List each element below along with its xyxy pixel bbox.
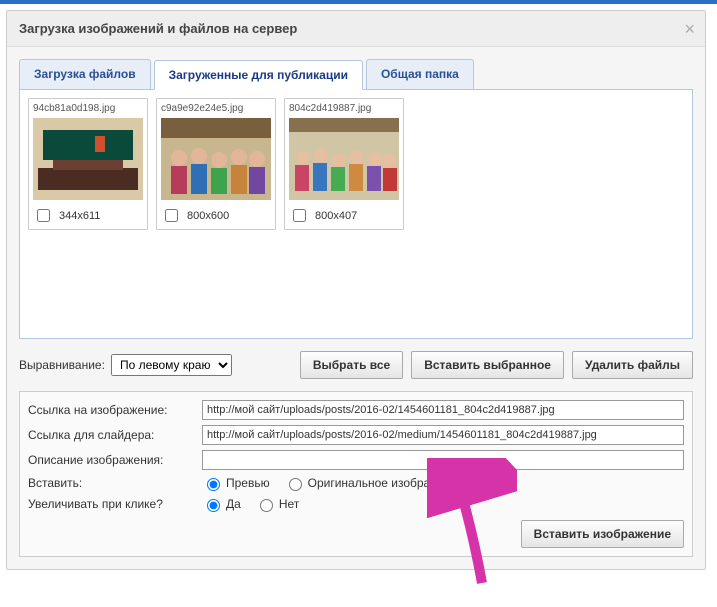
upload-dialog: Загрузка изображений и файлов на сервер … bbox=[6, 10, 706, 570]
insert-mode-label: Вставить: bbox=[28, 476, 198, 490]
thumbnail-footer: 800x407 bbox=[289, 206, 399, 225]
radio-yes[interactable] bbox=[207, 499, 220, 512]
tab-upload-files[interactable]: Загрузка файлов bbox=[19, 59, 151, 89]
thumbnail-item[interactable]: 804c2d419887.jpg 800x407 bbox=[284, 98, 404, 230]
file-name: 94cb81a0d198.jpg bbox=[33, 103, 143, 114]
select-all-button[interactable]: Выбрать все bbox=[300, 351, 403, 379]
link-image-input[interactable] bbox=[202, 400, 684, 420]
enlarge-label: Увеличивать при клике? bbox=[28, 497, 198, 511]
action-buttons: Выбрать все Вставить выбранное Удалить ф… bbox=[300, 351, 693, 379]
thumbnail-list: 94cb81a0d198.jpg 344x611 c9a9e92e24e5 bbox=[28, 98, 684, 230]
insert-selected-button[interactable]: Вставить выбранное bbox=[411, 351, 564, 379]
radio-preview[interactable] bbox=[207, 478, 220, 491]
thumbnail-footer: 800x600 bbox=[161, 206, 271, 225]
link-slider-label: Ссылка для слайдера: bbox=[28, 428, 198, 442]
thumbnail-image bbox=[33, 118, 143, 200]
thumbnail-image bbox=[161, 118, 271, 200]
file-name: c9a9e92e24e5.jpg bbox=[161, 103, 271, 114]
align-label: Выравнивание: bbox=[19, 358, 105, 372]
thumbnail-item[interactable]: c9a9e92e24e5.jpg 800x600 bbox=[156, 98, 276, 230]
insert-mode-radios: Превью Оригинальное изображение bbox=[202, 475, 465, 491]
thumb-dimensions: 800x600 bbox=[187, 210, 229, 222]
thumbnail-item[interactable]: 94cb81a0d198.jpg 344x611 bbox=[28, 98, 148, 230]
radio-original[interactable] bbox=[289, 478, 302, 491]
link-image-label: Ссылка на изображение: bbox=[28, 403, 198, 417]
select-checkbox[interactable] bbox=[293, 209, 306, 222]
enlarge-radios: Да Нет bbox=[202, 496, 299, 512]
insert-panel: Ссылка на изображение: Ссылка для слайде… bbox=[19, 391, 693, 557]
thumb-dimensions: 800x407 bbox=[315, 210, 357, 222]
insert-image-button[interactable]: Вставить изображение bbox=[521, 520, 684, 548]
top-accent-bar bbox=[0, 0, 717, 4]
delete-files-button[interactable]: Удалить файлы bbox=[572, 351, 693, 379]
align-select[interactable]: По левому краю bbox=[111, 354, 232, 376]
tab-uploaded-for-publication[interactable]: Загруженные для публикации bbox=[154, 60, 363, 90]
tab-shared-folder[interactable]: Общая папка bbox=[366, 59, 474, 89]
description-input[interactable] bbox=[202, 450, 684, 470]
align-control: Выравнивание: По левому краю bbox=[19, 354, 232, 376]
thumbnail-footer: 344x611 bbox=[33, 206, 143, 225]
radio-no[interactable] bbox=[260, 499, 273, 512]
link-slider-input[interactable] bbox=[202, 425, 684, 445]
toolbar-row: Выравнивание: По левому краю Выбрать все… bbox=[19, 351, 693, 379]
file-name: 804c2d419887.jpg bbox=[289, 103, 399, 114]
close-icon[interactable]: × bbox=[684, 19, 695, 40]
description-label: Описание изображения: bbox=[28, 453, 198, 467]
select-checkbox[interactable] bbox=[165, 209, 178, 222]
thumb-dimensions: 344x611 bbox=[59, 210, 100, 222]
thumbnails-area: 94cb81a0d198.jpg 344x611 c9a9e92e24e5 bbox=[19, 89, 693, 339]
tab-bar: Загрузка файлов Загруженные для публикац… bbox=[19, 59, 693, 90]
thumbnail-image bbox=[289, 118, 399, 200]
dialog-title: Загрузка изображений и файлов на сервер bbox=[7, 11, 705, 47]
select-checkbox[interactable] bbox=[37, 209, 50, 222]
dialog-body: Загрузка файлов Загруженные для публикац… bbox=[7, 47, 705, 569]
